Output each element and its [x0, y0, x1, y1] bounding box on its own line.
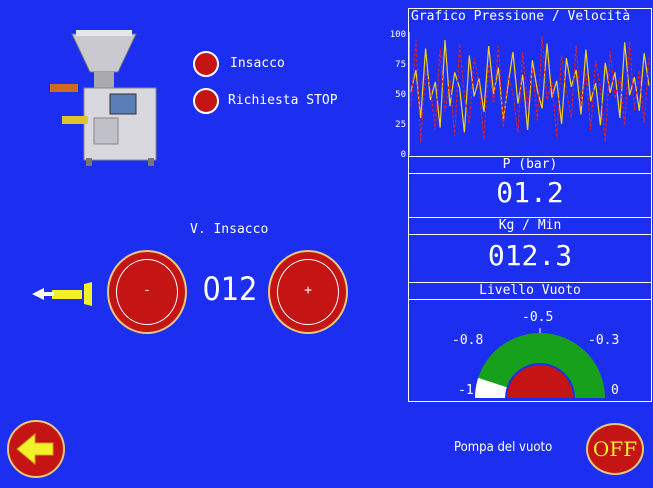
pressure-speed-chart: 100 75 50 25 0 — [390, 30, 650, 160]
increase-speed-button[interactable]: + — [268, 250, 348, 334]
chart-title: Grafico Pressione / Velocità — [411, 9, 631, 24]
chart-series-2 — [410, 36, 650, 143]
direction-arrow[interactable] — [30, 282, 94, 306]
gauge-tick-minus05: -0.5 — [522, 310, 553, 325]
gauge-tick-minus08: -0.8 — [452, 333, 483, 348]
left-arrow-icon — [32, 282, 92, 306]
speed-value: 012 — [202, 270, 258, 308]
pressure-header: P (bar) — [409, 157, 651, 174]
gauge-tick-minus03: -0.3 — [588, 333, 619, 348]
pump-state: OFF — [592, 437, 638, 461]
flow-header: Kg / Min — [409, 218, 651, 235]
minus-sign: - — [143, 283, 151, 298]
pump-toggle-button[interactable]: OFF — [586, 423, 644, 475]
gauge-tick-minus1: -1 — [458, 383, 474, 398]
stop-request-label: Richiesta STOP — [228, 93, 338, 108]
pump-label: Pompa del vuoto — [454, 440, 553, 455]
pressure-panel: P (bar) 01.2 — [408, 156, 652, 218]
flow-value: 012.3 — [487, 239, 573, 272]
vacuum-header: Livello Vuoto — [409, 283, 651, 300]
ytick-75: 75 — [395, 60, 406, 70]
back-button[interactable] — [7, 420, 65, 478]
insacco-label: Insacco — [230, 56, 285, 71]
insacco-indicator — [193, 51, 219, 77]
ytick-100: 100 — [390, 30, 406, 40]
gauge-tick-0: 0 — [611, 383, 619, 398]
ytick-50: 50 — [395, 90, 406, 100]
back-arrow-icon — [16, 432, 54, 466]
flow-panel: Kg / Min 012.3 — [408, 217, 652, 283]
ytick-0: 0 — [401, 150, 406, 160]
chart-series — [410, 36, 650, 143]
speed-title: V. Insacco — [190, 222, 269, 237]
stop-request-indicator — [193, 88, 219, 114]
plus-sign: + — [304, 283, 312, 298]
vacuum-gauge: -0.5 -0.8 -0.3 -1 0 — [452, 310, 619, 398]
sausage-stuffer-machine-icon — [50, 30, 157, 166]
ytick-25: 25 — [395, 120, 406, 130]
decrease-speed-button[interactable]: - — [107, 250, 187, 334]
machine-illustration — [36, 26, 166, 166]
pressure-value: 01.2 — [496, 176, 564, 209]
